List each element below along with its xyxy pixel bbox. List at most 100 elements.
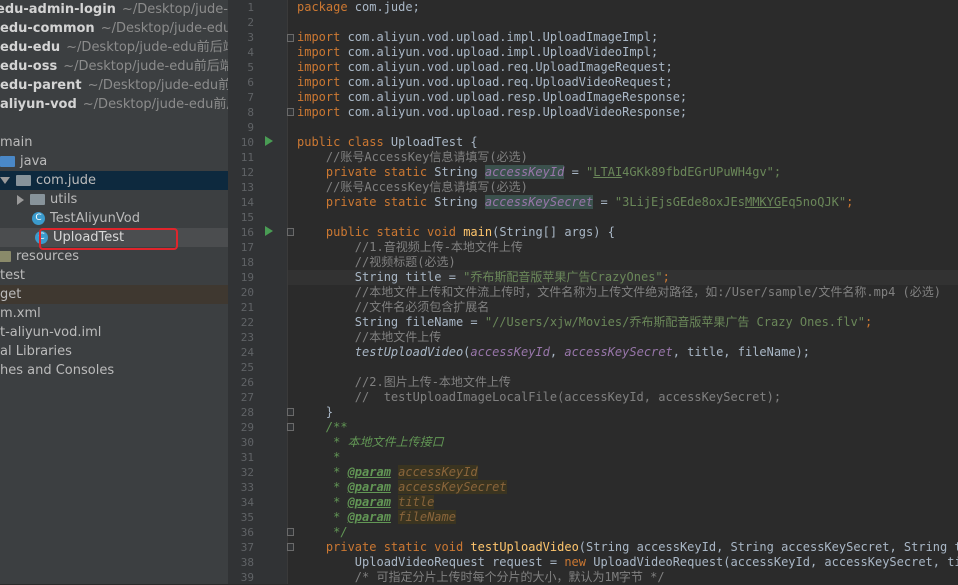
line-number: 24: [240, 346, 254, 359]
code-line-27: // testUploadImageLocalFile(accessKeyId,…: [297, 390, 782, 404]
code-line-14: private static String accessKeySecret = …: [325, 195, 854, 209]
tree-scratches-consoles[interactable]: hes and Consoles: [0, 361, 228, 380]
module-edu-common[interactable]: edu-common ~/Desktop/jude-edu前后: [0, 19, 228, 38]
package-folder-icon: [30, 194, 45, 205]
code-line-16: public static void main(String[] args) {: [325, 225, 615, 239]
line-number: 25: [240, 361, 254, 374]
line-number: 1: [247, 1, 254, 14]
line-number: 35: [240, 511, 254, 524]
code-line-26: //2.图片上传-本地文件上传: [297, 375, 511, 389]
line-number: 23: [240, 331, 254, 344]
module-path: ~/Desktop/jude-edu前后端: [87, 78, 228, 93]
line-number: 3: [247, 31, 254, 44]
code-line-21: //文件名必须包含扩展名: [297, 300, 490, 314]
source-folder-icon: [0, 156, 15, 167]
tree-external-libraries[interactable]: al Libraries: [0, 342, 228, 361]
collapse-arrow-icon[interactable]: [17, 194, 24, 205]
module-name: edu-oss: [0, 59, 58, 74]
line-number: 39: [240, 571, 254, 584]
code-line-11: //账号AccessKey信息请填写(必选): [297, 150, 528, 164]
line-number: 15: [240, 211, 254, 224]
tree-file-pom[interactable]: m.xml: [0, 304, 228, 323]
code-line-20: //本地文件上传和文件流上传时，文件名称为上传文件绝对路径，如:/User/sa…: [297, 285, 941, 299]
module-aliyun-vod[interactable]: aliyun-vod ~/Desktop/jude-edu前后端: [0, 95, 228, 114]
editor-gutter: 1 2 3 4 5 6 7 8 9 10 11 12 13 14 15 16 17 18 19 20 21 22 23 24 2…: [228, 0, 294, 584]
line-number: 34: [240, 496, 254, 509]
module-edu-admin-login[interactable]: edu-admin-login ~/Desktop/jude-edu: [0, 0, 228, 19]
run-main-icon[interactable]: [265, 226, 273, 236]
module-name: edu-admin-login: [0, 2, 116, 17]
module-path: ~/Desktop/jude-edu前后端: [82, 97, 228, 112]
run-class-icon[interactable]: [265, 136, 273, 146]
line-number: 12: [240, 166, 254, 179]
module-edu-parent[interactable]: edu-parent ~/Desktop/jude-edu前后端: [0, 76, 228, 95]
line-number: 14: [240, 196, 254, 209]
code-line-5: import com.aliyun.vod.upload.req.UploadI…: [297, 60, 673, 74]
line-number: 22: [240, 316, 254, 329]
code-line-1: package com.jude;: [297, 0, 420, 14]
code-line-33: * @param accessKeySecret: [297, 480, 507, 494]
line-number: 19: [240, 271, 254, 284]
code-line-8: import com.aliyun.vod.upload.resp.Upload…: [297, 105, 688, 119]
code-line-32: * @param accessKeyId: [297, 465, 478, 479]
line-number: 38: [240, 556, 254, 569]
tree-class-testaliyunvod[interactable]: C TestAliyunVod: [0, 209, 228, 228]
tree-folder-test[interactable]: test: [0, 266, 228, 285]
code-line-24: testUploadVideo(accessKeyId, accessKeySe…: [354, 345, 810, 359]
line-number: 30: [240, 436, 254, 449]
tree-package-utils[interactable]: utils: [0, 190, 228, 209]
annotation-highlight-box: [39, 228, 178, 250]
module-edu-oss[interactable]: edu-oss ~/Desktop/jude-edu前后端分: [0, 57, 228, 76]
code-line-17: //1.音视频上传-本地文件上传: [297, 240, 523, 254]
node-label: al Libraries: [0, 344, 72, 359]
code-line-29: /**: [297, 420, 348, 434]
tree-folder-java[interactable]: java: [0, 152, 228, 171]
code-line-37: private static void testUploadVideo(Stri…: [325, 540, 958, 554]
expand-arrow-icon[interactable]: [0, 177, 10, 184]
module-path: ~/Desktop/jude-edu前后端分: [66, 40, 228, 55]
line-number: 20: [240, 286, 254, 299]
code-line-7: import com.aliyun.vod.upload.resp.Upload…: [297, 90, 688, 104]
code-line-22: String fileName = "//Users/xjw/Movies/乔布…: [297, 315, 873, 329]
resources-folder-icon: [0, 251, 11, 262]
code-line-19-current: String title = "乔布斯配音版苹果广告CrazyOnes";: [288, 270, 958, 285]
code-line-36: */: [297, 525, 348, 539]
tree-folder-main[interactable]: main: [0, 133, 228, 152]
module-edu-edu[interactable]: edu-edu ~/Desktop/jude-edu前后端分: [0, 38, 228, 57]
code-line-35: * @param fileName: [297, 510, 456, 524]
line-number: 27: [240, 391, 254, 404]
line-number: 36: [240, 526, 254, 539]
tree-package-com-jude[interactable]: com.jude: [0, 171, 228, 190]
line-number: 4: [247, 46, 254, 59]
folder-label: java: [20, 154, 48, 169]
tree-file-iml[interactable]: t-aliyun-vod.iml: [0, 323, 228, 342]
folder-label: get: [0, 287, 22, 302]
module-path: ~/Desktop/jude-edu前后端分: [63, 59, 228, 74]
node-label: hes and Consoles: [0, 363, 115, 378]
code-line-6: import com.aliyun.vod.upload.req.UploadV…: [297, 75, 673, 89]
code-line-39: /* 可指定分片上传时每个分片的大小，默认为1M字节 */: [297, 570, 665, 584]
module-name: edu-common: [0, 21, 95, 36]
module-name: edu-parent: [0, 78, 82, 93]
code-line-28: }: [297, 405, 334, 419]
package-folder-icon: [16, 175, 31, 186]
code-line-18: //视频标题(必选): [297, 255, 456, 269]
project-tree-panel: edu-admin-login ~/Desktop/jude-edu edu-co…: [0, 0, 228, 584]
code-line-34: * @param title: [297, 495, 435, 509]
module-path: ~/Desktop/jude-edu前后: [100, 21, 228, 36]
line-number: 31: [240, 451, 254, 464]
folder-label: test: [0, 268, 25, 283]
code-line-31: *: [297, 450, 341, 464]
line-number: 11: [240, 151, 254, 164]
file-label: m.xml: [0, 306, 41, 321]
code-editor[interactable]: package com.jude; import com.aliyun.vod.…: [288, 0, 958, 584]
line-number: 21: [240, 301, 254, 314]
class-label: TestAliyunVod: [50, 211, 140, 226]
module-name: edu-edu: [0, 40, 61, 55]
module-name: aliyun-vod: [0, 97, 77, 112]
line-number: 17: [240, 241, 254, 254]
line-number: 8: [247, 106, 254, 119]
line-number: 5: [247, 61, 254, 74]
tree-folder-target[interactable]: get: [0, 285, 228, 304]
module-path: ~/Desktop/jude-edu: [121, 2, 228, 17]
